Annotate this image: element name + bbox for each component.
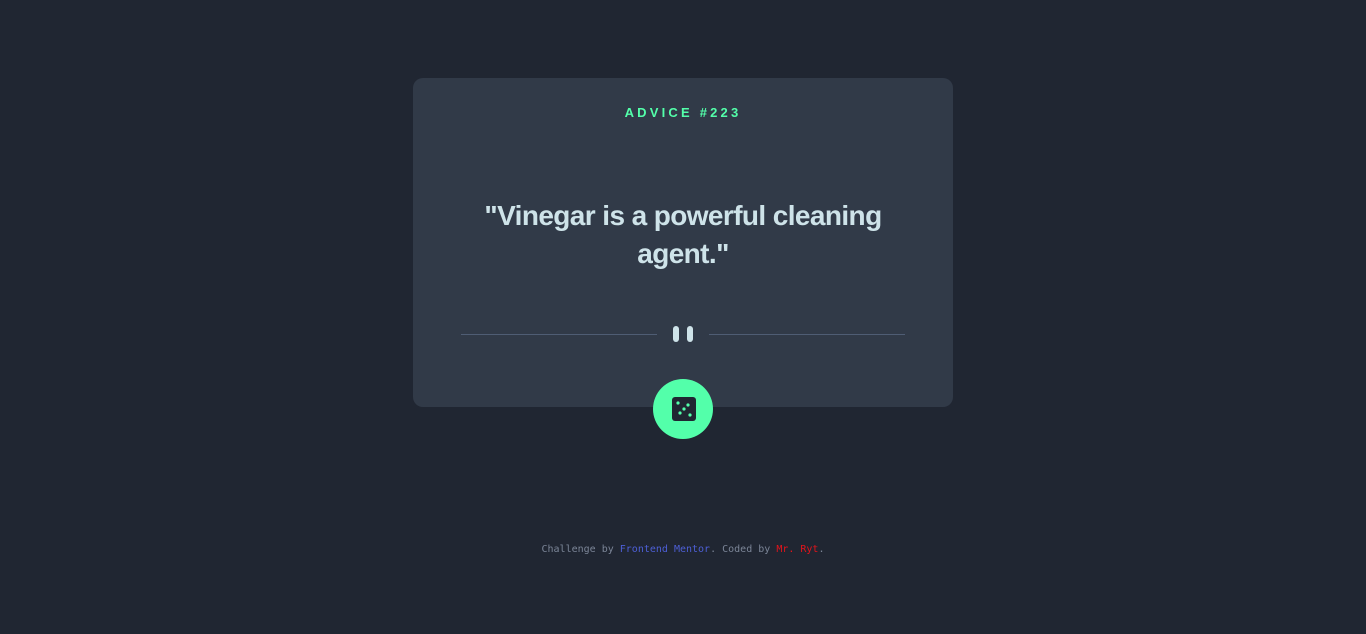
pattern-divider — [461, 323, 905, 345]
attribution: Challenge by Frontend Mentor. Coded by M… — [0, 544, 1366, 555]
advice-card: ADVICE #223 "Vinegar is a powerful clean… — [413, 78, 953, 407]
dice-icon — [672, 397, 696, 421]
page: ADVICE #223 "Vinegar is a powerful clean… — [0, 0, 1366, 634]
attribution-suffix: . — [818, 544, 825, 555]
frontend-mentor-link[interactable]: Frontend Mentor — [620, 544, 710, 555]
attribution-prefix: Challenge by — [541, 544, 620, 555]
generate-advice-button[interactable] — [653, 379, 713, 439]
advice-heading: ADVICE #223 — [413, 105, 953, 120]
advice-label-prefix: ADVICE # — [624, 105, 711, 120]
pause-icon — [673, 326, 693, 342]
divider-line-left — [461, 334, 657, 335]
author-link[interactable]: Mr. Ryt — [776, 544, 818, 555]
divider-line-right — [709, 334, 905, 335]
advice-number: 223 — [710, 105, 742, 120]
attribution-middle: . Coded by — [710, 544, 777, 555]
advice-quote: "Vinegar is a powerful cleaning agent." — [484, 200, 882, 269]
